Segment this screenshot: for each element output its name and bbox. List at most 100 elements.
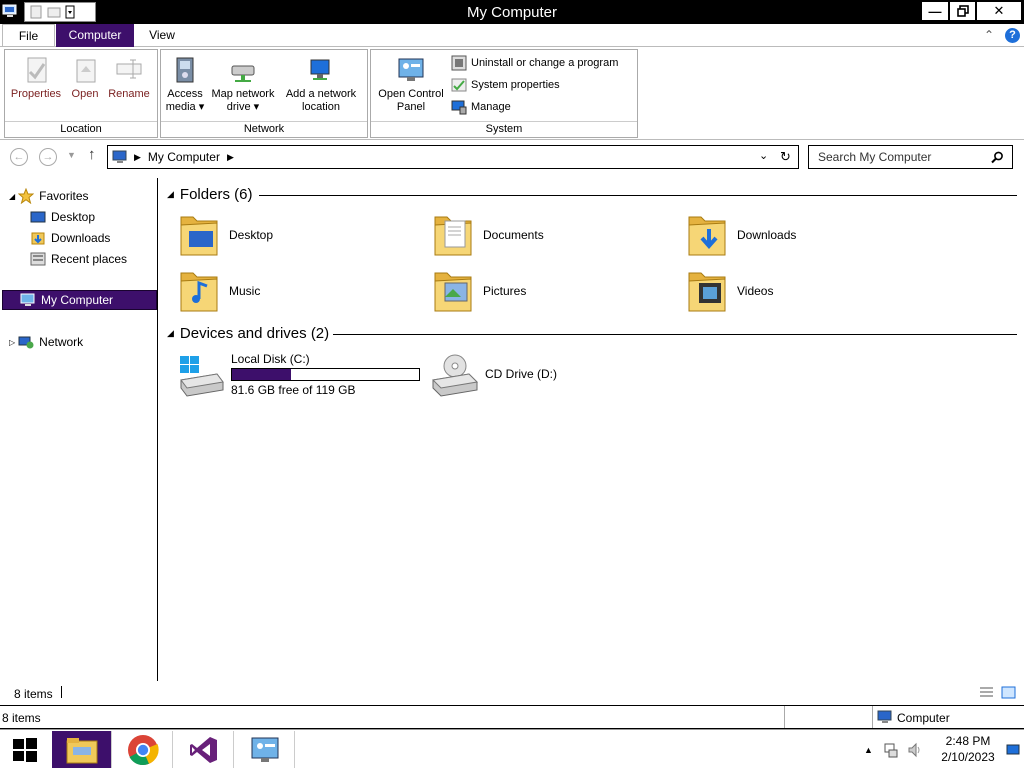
- add-location-label-1: Add a network: [285, 88, 357, 100]
- open-label: Open: [71, 88, 99, 100]
- properties-button[interactable]: Properties: [7, 54, 65, 101]
- search-icon[interactable]: [991, 151, 1004, 164]
- nav-desktop[interactable]: Desktop: [30, 207, 95, 227]
- folders-header[interactable]: ◢ Folders (6): [167, 186, 252, 203]
- computer-icon: [877, 710, 892, 723]
- folder-label: Videos: [737, 284, 774, 298]
- system-properties-button[interactable]: System properties: [451, 76, 560, 94]
- details-view-icon[interactable]: [979, 686, 994, 699]
- recent-locations-icon[interactable]: ▼: [67, 150, 76, 160]
- search-input[interactable]: Search My Computer: [808, 145, 1013, 169]
- tab-view[interactable]: View: [135, 24, 189, 47]
- access-media-label-2: media ▾: [165, 101, 205, 113]
- search-placeholder: Search My Computer: [818, 150, 932, 164]
- taskbar-file-explorer[interactable]: [52, 731, 112, 768]
- local-disk-tile[interactable]: Local Disk (C:) 81.6 GB free of 119 GB: [177, 350, 420, 398]
- local-disk-name: Local Disk (C:): [231, 352, 310, 366]
- minimize-ribbon-icon[interactable]: ⌃: [984, 28, 994, 42]
- chrome-icon: [127, 734, 159, 765]
- minimize-button[interactable]: —: [921, 1, 949, 21]
- folder-music[interactable]: Music: [177, 265, 260, 317]
- nav-recent-places-label: Recent places: [51, 252, 128, 266]
- cd-drive-tile[interactable]: CD Drive (D:): [431, 352, 557, 398]
- breadcrumb-my-computer[interactable]: My Computer: [148, 150, 220, 164]
- status-bar: 8 items: [0, 681, 1024, 705]
- star-icon: [18, 188, 35, 204]
- recent-places-icon: [30, 252, 46, 266]
- item-count: 8 items: [14, 687, 53, 701]
- open-icon: [76, 59, 96, 83]
- properties-label: Properties: [10, 88, 62, 100]
- breadcrumb-arrow-icon[interactable]: ▶: [134, 152, 141, 163]
- collapse-arrow-icon[interactable]: ◢: [167, 189, 174, 200]
- item-count-secondary: 8 items: [2, 711, 41, 725]
- network-status-icon[interactable]: [883, 742, 899, 758]
- address-bar[interactable]: ▶ My Computer ▶ ⌄ ↻: [107, 145, 799, 169]
- close-button[interactable]: ✕: [976, 1, 1022, 21]
- help-icon[interactable]: ?: [1005, 28, 1020, 43]
- folder-pictures[interactable]: Pictures: [431, 265, 526, 317]
- start-button[interactable]: [0, 731, 50, 768]
- folder-desktop[interactable]: Desktop: [177, 209, 273, 261]
- restore-button[interactable]: [949, 1, 976, 21]
- collapse-arrow-icon[interactable]: ◢: [167, 328, 174, 339]
- clock-time: 2:48 PM: [945, 734, 991, 748]
- network-drive-icon: [231, 65, 255, 82]
- taskbar-chrome[interactable]: [113, 731, 173, 768]
- clock[interactable]: 2:48 PM 2/10/2023: [935, 733, 1001, 765]
- up-arrow-icon[interactable]: ↑: [88, 146, 96, 163]
- expand-arrow-icon[interactable]: ▷: [9, 338, 15, 347]
- map-network-drive-button[interactable]: Map network drive ▾: [207, 54, 279, 114]
- taskbar: ▲ 2:48 PM 2/10/2023: [0, 729, 1024, 768]
- system-properties-label: System properties: [471, 79, 560, 91]
- nav-network[interactable]: ▷ Network: [9, 332, 83, 352]
- downloads-icon: [31, 232, 45, 245]
- nav-my-computer[interactable]: My Computer: [2, 290, 157, 310]
- nav-favorites[interactable]: ◢ Favorites: [9, 186, 89, 206]
- close-icon: ✕: [993, 3, 1005, 18]
- cd-drive-icon: [431, 354, 479, 397]
- nav-downloads-label: Downloads: [51, 231, 111, 245]
- add-network-location-button[interactable]: Add a network location: [281, 54, 361, 114]
- uninstall-icon: [451, 55, 467, 71]
- control-panel-icon: [251, 737, 278, 762]
- tab-file[interactable]: File: [2, 24, 55, 47]
- folder-label: Music: [229, 284, 261, 298]
- tab-computer[interactable]: Computer: [56, 24, 134, 47]
- breadcrumb-arrow-icon[interactable]: ▶: [227, 152, 234, 163]
- open-control-panel-button[interactable]: Open Control Panel: [373, 54, 449, 114]
- refresh-icon[interactable]: ↻: [780, 149, 791, 165]
- pictures-folder-icon: [434, 272, 472, 312]
- large-icons-view-icon[interactable]: [1001, 686, 1016, 699]
- collapse-arrow-icon[interactable]: ◢: [9, 192, 15, 201]
- manage-button[interactable]: Manage: [451, 98, 511, 116]
- taskbar-visual-studio[interactable]: [174, 731, 234, 768]
- drives-header[interactable]: ◢ Devices and drives (2): [167, 325, 329, 342]
- nav-recent-places[interactable]: Recent places: [30, 249, 127, 269]
- desktop-icon: [30, 211, 46, 223]
- show-desktop-icon[interactable]: [1006, 744, 1020, 756]
- rename-icon: [116, 59, 142, 79]
- access-media-button[interactable]: Access media ▾: [163, 54, 207, 114]
- file-explorer-icon: [66, 737, 97, 763]
- folder-downloads[interactable]: Downloads: [685, 209, 796, 261]
- forward-button[interactable]: →: [39, 148, 57, 166]
- map-drive-label-2: drive ▾: [226, 101, 260, 113]
- uninstall-program-button[interactable]: Uninstall or change a program: [451, 54, 618, 72]
- address-dropdown-icon[interactable]: ⌄: [759, 149, 768, 162]
- volume-icon[interactable]: [907, 742, 923, 758]
- nav-my-computer-label: My Computer: [41, 293, 114, 307]
- show-hidden-icons-icon[interactable]: ▲: [864, 745, 873, 755]
- folder-videos[interactable]: Videos: [685, 265, 773, 317]
- system-group-label: System: [371, 121, 637, 137]
- folder-documents[interactable]: Documents: [431, 209, 544, 261]
- control-panel-label-1: Open Control: [378, 88, 444, 100]
- open-button[interactable]: Open: [65, 54, 105, 101]
- network-group-label: Network: [161, 121, 367, 137]
- nav-downloads[interactable]: Downloads: [30, 228, 110, 248]
- status-location: Computer: [897, 711, 950, 725]
- status-divider: [784, 706, 785, 728]
- taskbar-control-panel[interactable]: [235, 731, 295, 768]
- rename-button[interactable]: Rename: [105, 54, 153, 101]
- back-button[interactable]: ←: [10, 148, 28, 166]
